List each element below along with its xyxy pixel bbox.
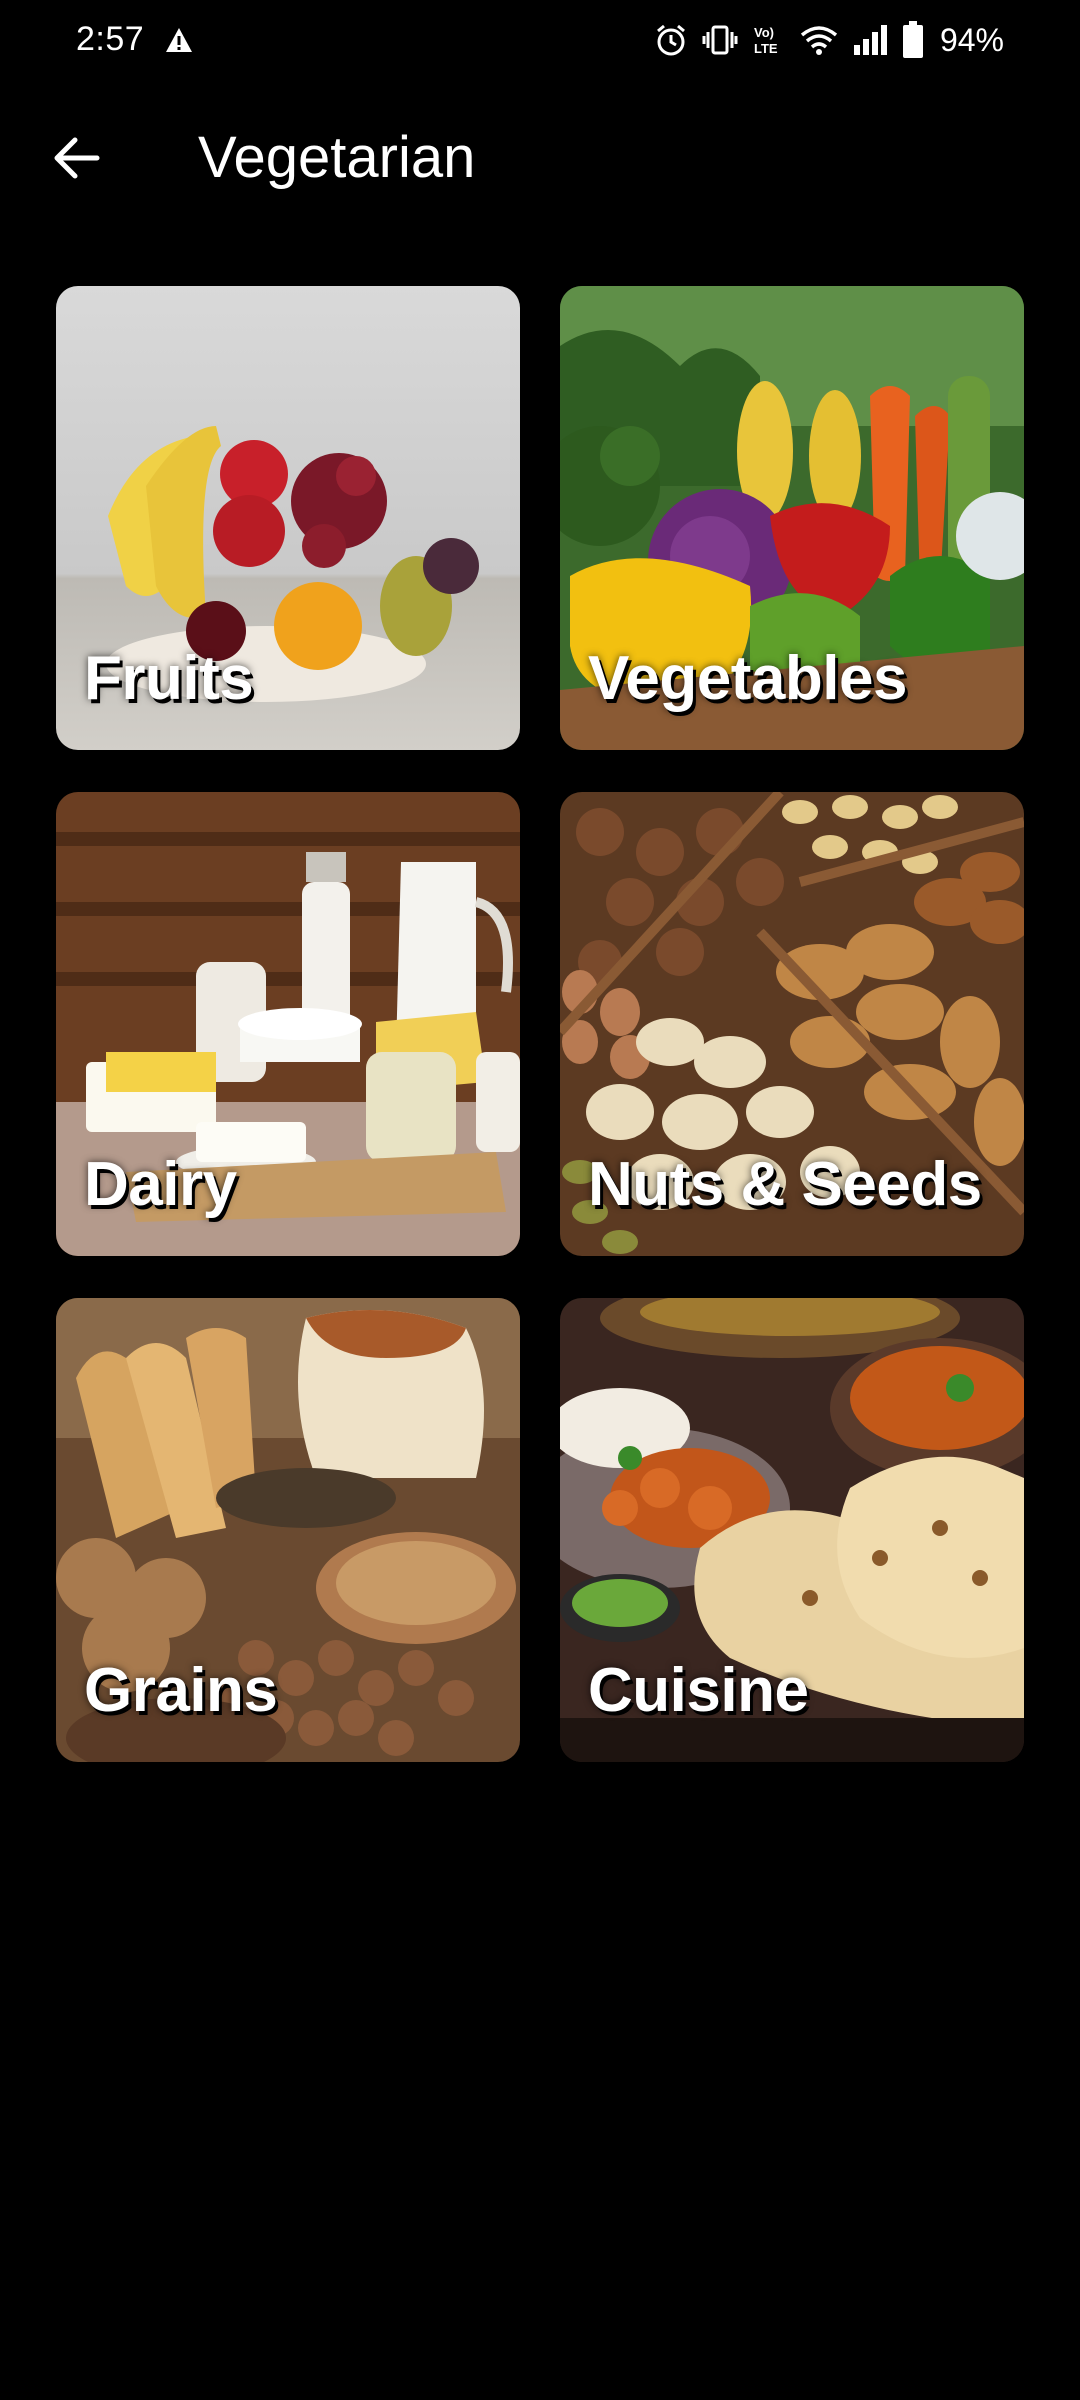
svg-text:LTE: LTE <box>754 41 778 56</box>
battery-percent: 94% <box>939 21 1004 58</box>
category-label: Vegetables <box>588 644 907 713</box>
category-label: Fruits <box>84 644 254 713</box>
status-icons: Vo) LTE 94% <box>654 18 1004 62</box>
category-label: Cuisine <box>588 1656 809 1725</box>
category-tile-fruits[interactable]: Fruits <box>56 286 520 750</box>
signal-icon <box>853 25 887 55</box>
volte-icon: Vo) LTE <box>754 25 778 56</box>
category-label: Grains <box>84 1656 278 1725</box>
warning-icon <box>166 28 192 52</box>
page-title: Vegetarian <box>198 125 476 190</box>
category-tile-vegetables[interactable]: Vegetables <box>560 286 1024 750</box>
category-tile-cuisine[interactable]: Cuisine <box>560 1298 1024 1762</box>
back-button[interactable] <box>36 118 116 198</box>
alarm-icon <box>656 24 685 56</box>
arrow-back-icon <box>54 137 100 179</box>
category-label: Dairy <box>84 1150 237 1219</box>
category-tile-dairy[interactable]: Dairy <box>56 792 520 1256</box>
battery-icon <box>902 21 923 58</box>
app-bar: Vegetarian <box>0 96 1080 212</box>
wifi-icon <box>800 26 838 55</box>
status-time: 2:57 <box>76 20 145 58</box>
category-label: Nuts & Seeds <box>588 1150 982 1219</box>
vibrate-icon <box>702 25 738 55</box>
category-tile-grains[interactable]: Grains <box>56 1298 520 1762</box>
status-bar: 2:57 Vo) LTE 94% <box>0 0 1080 80</box>
category-grid: Fruits Vegetables Dairy Nuts & Seeds Gra… <box>56 286 1024 1762</box>
svg-text:Vo): Vo) <box>754 25 774 40</box>
category-tile-nuts-seeds[interactable]: Nuts & Seeds <box>560 792 1024 1256</box>
